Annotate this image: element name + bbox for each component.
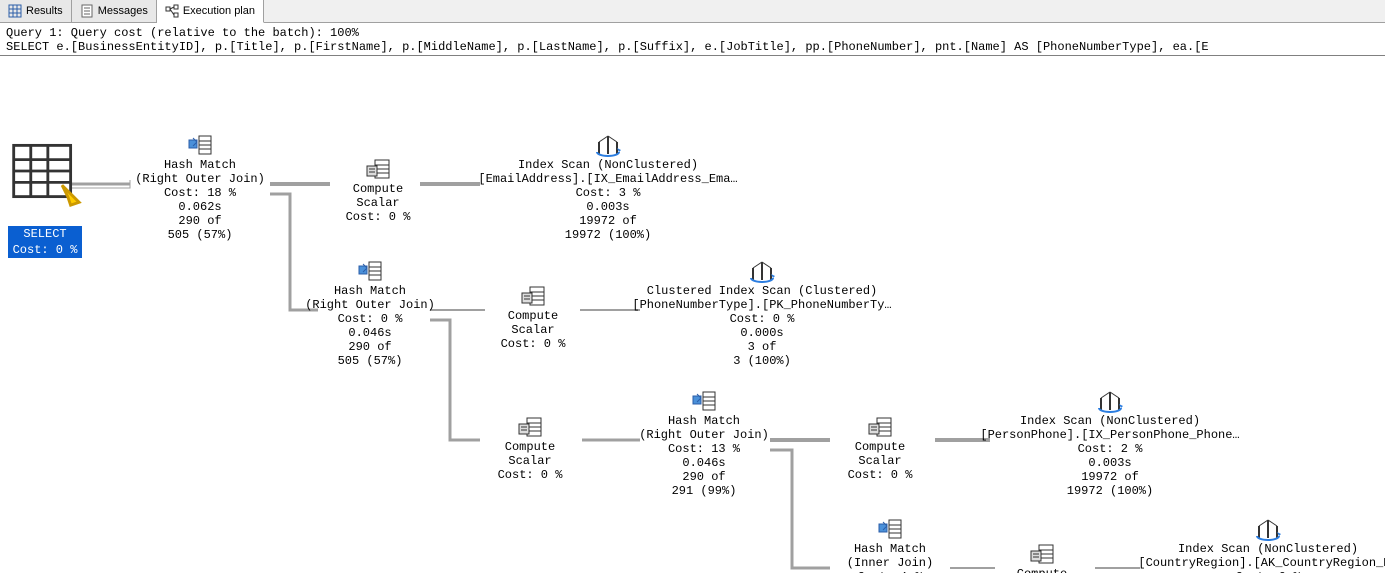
node-title: Hash Match: [130, 158, 270, 172]
node-title: Index Scan (NonClustered): [478, 158, 738, 172]
plan-node-select[interactable]: SELECT Cost: 0 %: [8, 134, 82, 258]
node-title: Hash Match: [820, 542, 960, 556]
node-subtitle: [CountryRegion].[AK_CountryRegion_N…: [1138, 556, 1385, 570]
hash-match-icon: [691, 388, 717, 414]
tab-messages[interactable]: Messages: [72, 0, 157, 22]
plan-node-compute-scalar-3[interactable]: Compute Scalar Cost: 0 %: [480, 414, 580, 482]
node-cost: Cost: 2 %: [980, 442, 1240, 456]
node-cost: Cost: 3 %: [478, 186, 738, 200]
node-title: Hash Match: [634, 414, 774, 428]
hash-match-icon: [187, 132, 213, 158]
node-subtitle: (Right Outer Join): [130, 172, 270, 186]
compute-scalar-icon: [520, 283, 546, 309]
node-title: Clustered Index Scan (Clustered): [632, 284, 892, 298]
plan-node-hash-match-2[interactable]: Hash Match (Right Outer Join) Cost: 0 % …: [300, 258, 440, 368]
compute-scalar-icon: [365, 156, 391, 182]
query-header: Query 1: Query cost (relative to the bat…: [0, 23, 1385, 56]
node-time: 0.046s: [634, 456, 774, 470]
node-rows1: 3 of: [632, 340, 892, 354]
node-title: Compute Scalar: [328, 182, 428, 210]
plan-node-compute-scalar-5[interactable]: Compute Scalar Cost: 0 %: [992, 541, 1092, 573]
node-rows2: 505 (57%): [300, 354, 440, 368]
node-subtitle: (Right Outer Join): [634, 428, 774, 442]
node-subtitle: [EmailAddress].[IX_EmailAddress_Ema…: [478, 172, 738, 186]
node-time: 0.003s: [980, 456, 1240, 470]
query-cost-line: Query 1: Query cost (relative to the bat…: [6, 26, 1379, 40]
node-title: Index Scan (NonClustered): [980, 414, 1240, 428]
node-title: Hash Match: [300, 284, 440, 298]
node-rows2: 291 (99%): [634, 484, 774, 498]
execution-plan-canvas[interactable]: SELECT Cost: 0 % Hash Match (Right Outer…: [0, 56, 1385, 573]
tab-messages-label: Messages: [98, 5, 148, 17]
index-scan-icon: [595, 132, 621, 158]
node-cost: Cost: 18 %: [130, 186, 270, 200]
node-title: Compute Scalar: [830, 440, 930, 468]
node-title: Compute Scalar: [480, 440, 580, 468]
hash-match-icon: [877, 516, 903, 542]
node-time: 0.003s: [478, 200, 738, 214]
plan-node-clustered-index-scan-phonenumbertype[interactable]: Clustered Index Scan (Clustered) [PhoneN…: [632, 258, 892, 368]
node-rows2: 19972 (100%): [980, 484, 1240, 498]
node-rows1: 290 of: [130, 214, 270, 228]
node-subtitle: [PhoneNumberType].[PK_PhoneNumberTy…: [632, 298, 892, 312]
tab-results-label: Results: [26, 5, 63, 17]
node-time: 0.062s: [130, 200, 270, 214]
node-cost: Cost: 0 %: [480, 468, 580, 482]
plan-node-index-scan-personphone[interactable]: Index Scan (NonClustered) [PersonPhone].…: [980, 388, 1240, 498]
tab-results[interactable]: Results: [0, 0, 72, 22]
node-cost: Cost: 0 %: [328, 210, 428, 224]
node-cost: Cost: 0 %: [632, 312, 892, 326]
plan-node-hash-match-3[interactable]: Hash Match (Right Outer Join) Cost: 13 %…: [634, 388, 774, 498]
page-icon: [80, 4, 94, 18]
node-cost: Cost: 0 %: [830, 468, 930, 482]
tabs-bar: Results Messages Execution plan: [0, 0, 1385, 23]
node-rows2: 19972 (100%): [478, 228, 738, 242]
node-subtitle: (Inner Join): [820, 556, 960, 570]
node-title: Compute Scalar: [483, 309, 583, 337]
node-time: 0.000s: [632, 326, 892, 340]
node-rows2: 505 (57%): [130, 228, 270, 242]
clustered-index-scan-icon: [749, 258, 775, 284]
compute-scalar-icon: [867, 414, 893, 440]
node-rows1: 290 of: [300, 340, 440, 354]
tab-execution-plan[interactable]: Execution plan: [157, 0, 264, 23]
select-label: SELECT: [8, 226, 82, 242]
node-rows1: 19972 of: [478, 214, 738, 228]
plan-node-index-scan-email[interactable]: Index Scan (NonClustered) [EmailAddress]…: [478, 132, 738, 242]
plan-node-hash-match-4[interactable]: Hash Match (Inner Join) Cost: 1 % 0.030s…: [820, 516, 960, 573]
node-rows1: 19972 of: [980, 470, 1240, 484]
node-cost: Cost: 0 %: [483, 337, 583, 351]
index-scan-icon: [1097, 388, 1123, 414]
node-cost: Cost: 0 %: [300, 312, 440, 326]
select-cost: Cost: 0 %: [8, 242, 82, 258]
select-icon: [8, 134, 82, 212]
plan-node-compute-scalar-1[interactable]: Compute Scalar Cost: 0 %: [328, 156, 428, 224]
plan-node-index-scan-countryregion[interactable]: Index Scan (NonClustered) [CountryRegion…: [1138, 516, 1385, 573]
node-cost: Cost: 13 %: [634, 442, 774, 456]
hash-match-icon: [357, 258, 383, 284]
plan-node-compute-scalar-4[interactable]: Compute Scalar Cost: 0 %: [830, 414, 930, 482]
plan-node-hash-match-1[interactable]: Hash Match (Right Outer Join) Cost: 18 %…: [130, 132, 270, 242]
grid-icon: [8, 4, 22, 18]
node-subtitle: (Right Outer Join): [300, 298, 440, 312]
node-time: 0.046s: [300, 326, 440, 340]
node-rows1: 290 of: [634, 470, 774, 484]
compute-scalar-icon: [517, 414, 543, 440]
compute-scalar-icon: [1029, 541, 1055, 567]
node-rows2: 3 (100%): [632, 354, 892, 368]
execution-plan-icon: [165, 4, 179, 18]
node-title: Compute Scalar: [992, 567, 1092, 573]
plan-node-compute-scalar-2[interactable]: Compute Scalar Cost: 0 %: [483, 283, 583, 351]
query-sql-line: SELECT e.[BusinessEntityID], p.[Title], …: [6, 40, 1379, 54]
node-subtitle: [PersonPhone].[IX_PersonPhone_Phone…: [980, 428, 1240, 442]
tab-execution-plan-label: Execution plan: [183, 5, 255, 17]
node-title: Index Scan (NonClustered): [1138, 542, 1385, 556]
index-scan-icon: [1255, 516, 1281, 542]
